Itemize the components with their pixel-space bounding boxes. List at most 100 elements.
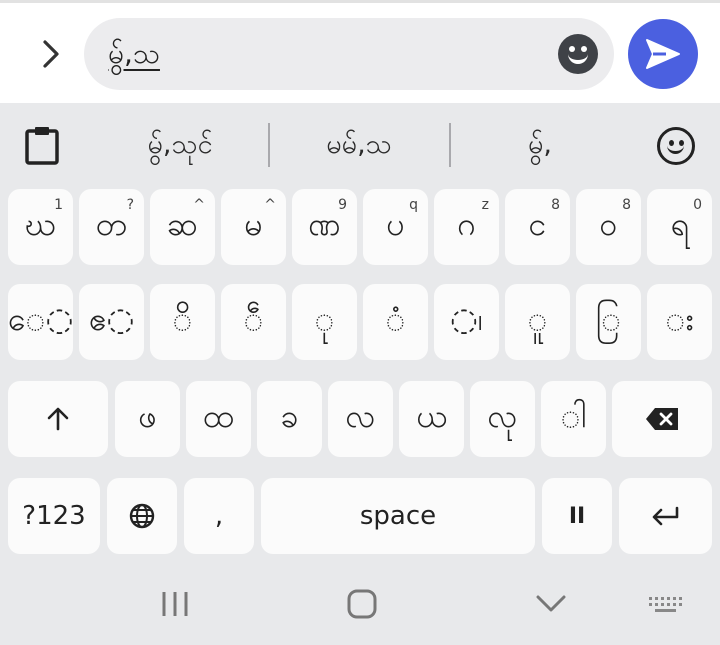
key-hint: 0 (693, 197, 702, 213)
key[interactable]: ဵ (221, 284, 286, 360)
key-hint: 8 (622, 197, 631, 213)
key-label: ဖ (138, 397, 157, 435)
key-label: င (528, 205, 547, 243)
key[interactable]: ု (292, 284, 357, 360)
key-hint: 1 (54, 197, 63, 213)
suggestion-1[interactable]: မွ်,သုင် (95, 127, 265, 167)
divider (0, 0, 720, 3)
key-label: ◌ံ (385, 300, 406, 338)
key-label: တ (95, 205, 128, 243)
chevron-right-icon[interactable] (36, 37, 66, 71)
comma-key[interactable]: , (184, 478, 254, 554)
message-bar: မွ်,သ (0, 0, 720, 103)
key-label: ု (314, 300, 335, 338)
key-label: ြ (595, 300, 622, 338)
shift-key[interactable] (8, 381, 108, 457)
key-label: ဂ (457, 205, 476, 243)
key[interactable]: လု (470, 381, 535, 457)
navigation-bar (0, 560, 720, 645)
key[interactable]: ဆ ^ (150, 189, 215, 265)
key-label: ပ (386, 205, 405, 243)
key[interactable]: ◌း (647, 284, 712, 360)
divider (449, 123, 451, 167)
key-label: ဵ (243, 300, 264, 338)
backspace-icon (646, 408, 678, 430)
key-label: ဧ◌ (88, 300, 135, 338)
recents-icon[interactable] (160, 590, 190, 618)
key-label: ?123 (22, 501, 86, 531)
key[interactable]: မ ^ (221, 189, 286, 265)
key[interactable]: တ? (79, 189, 144, 265)
send-icon (646, 39, 680, 69)
home-icon[interactable] (347, 589, 377, 619)
globe-icon (129, 503, 155, 529)
backspace-key[interactable] (612, 381, 712, 457)
send-button[interactable] (628, 19, 698, 89)
key-hint: ^ (193, 197, 205, 213)
key-label: ရ (670, 205, 689, 243)
key[interactable]: ေ◌ (8, 284, 73, 360)
smiley-icon[interactable] (657, 127, 695, 165)
message-input[interactable]: မွ်,သ (84, 18, 614, 90)
key[interactable]: ထ (186, 381, 251, 457)
key[interactable]: ဝ8 (576, 189, 641, 265)
key-label: ေ◌ (7, 300, 74, 338)
space-key[interactable]: space (261, 478, 535, 554)
key-label: ဝ (599, 205, 618, 243)
key-hint: q (409, 197, 418, 213)
back-icon[interactable] (536, 594, 566, 614)
key-label: ယ (415, 397, 448, 435)
key[interactable]: ဏ9 (292, 189, 357, 265)
clipboard-icon[interactable] (24, 125, 60, 165)
key[interactable]: ရ0 (647, 189, 712, 265)
key[interactable]: ဃ1 (8, 189, 73, 265)
key-label: ဏ (308, 205, 341, 243)
key-label: ိ (172, 300, 193, 338)
key[interactable]: ခ (257, 381, 322, 457)
key-hint: z (481, 197, 489, 213)
key-label: ခ (280, 397, 299, 435)
key[interactable]: ဂz (434, 189, 499, 265)
key[interactable]: ူ (505, 284, 570, 360)
key[interactable]: င8 (505, 189, 570, 265)
key[interactable]: ဖ (115, 381, 180, 457)
key-label: , (214, 501, 224, 531)
key-label: လု (487, 397, 518, 435)
mouth (568, 52, 588, 64)
key-hint: 8 (551, 197, 560, 213)
language-key[interactable] (107, 478, 177, 554)
key[interactable]: လ (328, 381, 393, 457)
divider (268, 123, 270, 167)
suggestion-strip: မွ်,သုင် မမ်,သ မွ်, (0, 103, 720, 187)
key-hint: ^ (264, 197, 276, 213)
key-label: ဃ (24, 205, 57, 243)
key-label: ◌း (665, 300, 694, 338)
key[interactable]: ◌ါ (541, 381, 606, 457)
key[interactable]: ဧ◌ (79, 284, 144, 360)
key-label: မ (244, 205, 263, 243)
key-hint: ? (126, 197, 134, 213)
key-label: ူ (527, 300, 548, 338)
emoji-icon[interactable] (558, 34, 598, 74)
suggestion-2[interactable]: မမ်,သ (274, 127, 444, 167)
mouth (667, 144, 684, 154)
key-label: ◌ါ (560, 397, 587, 435)
key[interactable]: ပq (363, 189, 428, 265)
key-hint: 9 (338, 197, 347, 213)
key[interactable]: ◌၊ (434, 284, 499, 360)
key[interactable]: ိ (150, 284, 215, 360)
key-label: ◌၊ (450, 300, 483, 338)
suggestion-3[interactable]: မွ်, (455, 127, 625, 167)
key[interactable]: ြ (576, 284, 641, 360)
pause-key[interactable]: II (542, 478, 612, 554)
key-label: လ (345, 397, 376, 435)
enter-icon (652, 506, 678, 526)
enter-key[interactable] (619, 478, 712, 554)
symbols-key[interactable]: ?123 (8, 478, 100, 554)
key-label: space (359, 501, 437, 531)
message-input-text: မွ်,သ (108, 37, 160, 70)
key[interactable]: ယ (399, 381, 464, 457)
keyboard-icon[interactable] (648, 596, 682, 614)
key-label: ထ (203, 397, 234, 435)
key[interactable]: ◌ံ (363, 284, 428, 360)
